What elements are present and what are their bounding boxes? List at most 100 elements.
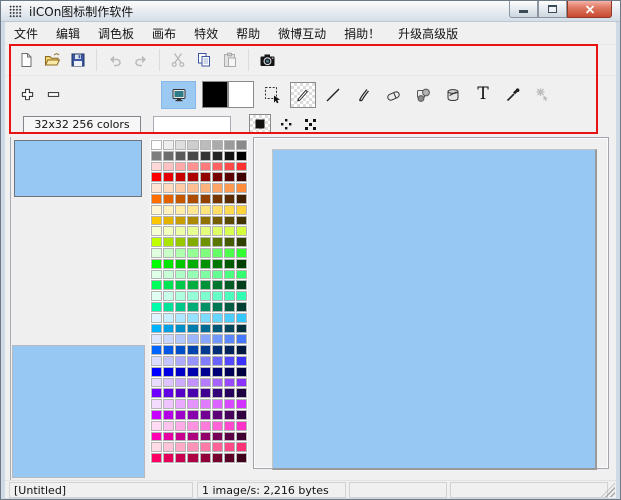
minimize-button[interactable] (509, 1, 538, 18)
palette-swatch[interactable] (212, 356, 223, 366)
palette-swatch[interactable] (224, 248, 235, 258)
palette-swatch[interactable] (212, 216, 223, 226)
palette-swatch[interactable] (200, 399, 211, 409)
palette-swatch[interactable] (163, 216, 174, 226)
palette-swatch[interactable] (224, 162, 235, 172)
palette-swatch[interactable] (200, 410, 211, 420)
palette-swatch[interactable] (224, 399, 235, 409)
palette-swatch[interactable] (187, 205, 198, 215)
palette-swatch[interactable] (187, 453, 198, 463)
palette-swatch[interactable] (236, 442, 247, 452)
palette-swatch[interactable] (187, 442, 198, 452)
palette-swatch[interactable] (200, 280, 211, 290)
palette-swatch[interactable] (163, 367, 174, 377)
palette-swatch[interactable] (175, 442, 186, 452)
color-picker-tool[interactable] (500, 82, 526, 108)
palette-swatch[interactable] (236, 172, 247, 182)
palette-swatch[interactable] (212, 280, 223, 290)
close-button[interactable] (567, 1, 612, 18)
preview-actual-size-button[interactable] (161, 81, 196, 109)
palette-swatch[interactable] (163, 399, 174, 409)
palette-swatch[interactable] (224, 388, 235, 398)
palette-swatch[interactable] (187, 356, 198, 366)
palette-swatch[interactable] (236, 324, 247, 334)
palette-swatch[interactable] (163, 205, 174, 215)
palette-swatch[interactable] (151, 140, 162, 150)
palette-swatch[interactable] (163, 442, 174, 452)
palette-swatch[interactable] (187, 140, 198, 150)
redo-button[interactable] (128, 47, 154, 73)
palette-swatch[interactable] (175, 151, 186, 161)
palette-swatch[interactable] (175, 388, 186, 398)
save-button[interactable] (65, 47, 91, 73)
menu-donate[interactable]: 捐助！ (335, 23, 389, 44)
copy-button[interactable] (191, 47, 217, 73)
palette-swatch[interactable] (200, 226, 211, 236)
zoom-out-button[interactable] (45, 82, 61, 108)
palette-swatch[interactable] (212, 334, 223, 344)
palette-swatch[interactable] (212, 291, 223, 301)
palette-swatch[interactable] (151, 194, 162, 204)
brush-tool[interactable] (350, 82, 376, 108)
palette-swatch[interactable] (200, 313, 211, 323)
palette-swatch[interactable] (212, 410, 223, 420)
palette-swatch[interactable] (236, 367, 247, 377)
palette-swatch[interactable] (212, 453, 223, 463)
palette-swatch[interactable] (175, 194, 186, 204)
palette-swatch[interactable] (175, 226, 186, 236)
menu-file[interactable]: 文件 (5, 23, 47, 44)
palette-swatch[interactable] (187, 378, 198, 388)
screenshot-button[interactable] (254, 47, 280, 73)
palette-swatch[interactable] (236, 302, 247, 312)
palette-swatch[interactable] (187, 313, 198, 323)
zoom-in-button[interactable] (19, 82, 35, 108)
palette-swatch[interactable] (175, 432, 186, 442)
palette-swatch[interactable] (175, 453, 186, 463)
pattern-dither-x-button[interactable] (301, 115, 319, 133)
palette-swatch[interactable] (175, 216, 186, 226)
palette-swatch[interactable] (236, 259, 247, 269)
palette-swatch[interactable] (236, 313, 247, 323)
palette-swatch[interactable] (163, 237, 174, 247)
palette-swatch[interactable] (200, 205, 211, 215)
palette-swatch[interactable] (200, 237, 211, 247)
palette-swatch[interactable] (200, 345, 211, 355)
palette-swatch[interactable] (163, 421, 174, 431)
palette-swatch[interactable] (151, 291, 162, 301)
palette-swatch[interactable] (224, 151, 235, 161)
palette-swatch[interactable] (151, 302, 162, 312)
palette-swatch[interactable] (151, 388, 162, 398)
palette-swatch[interactable] (212, 324, 223, 334)
palette-swatch[interactable] (200, 216, 211, 226)
palette-swatch[interactable] (187, 216, 198, 226)
menu-edit[interactable]: 编辑 (47, 23, 89, 44)
menu-canvas[interactable]: 画布 (143, 23, 185, 44)
palette-swatch[interactable] (187, 345, 198, 355)
palette-swatch[interactable] (163, 162, 174, 172)
palette-swatch[interactable] (163, 388, 174, 398)
palette-swatch[interactable] (175, 162, 186, 172)
palette-swatch[interactable] (163, 226, 174, 236)
palette-swatch[interactable] (212, 442, 223, 452)
palette-swatch[interactable] (163, 151, 174, 161)
palette-swatch[interactable] (151, 410, 162, 420)
palette-swatch[interactable] (224, 205, 235, 215)
palette-swatch[interactable] (200, 432, 211, 442)
palette-swatch[interactable] (151, 280, 162, 290)
palette-swatch[interactable] (175, 237, 186, 247)
palette-swatch[interactable] (200, 421, 211, 431)
palette-swatch[interactable] (151, 432, 162, 442)
palette-swatch[interactable] (224, 183, 235, 193)
palette-swatch[interactable] (236, 334, 247, 344)
pencil-tool[interactable] (290, 82, 316, 108)
palette-swatch[interactable] (187, 388, 198, 398)
palette-swatch[interactable] (200, 388, 211, 398)
palette-swatch[interactable] (175, 291, 186, 301)
palette-swatch[interactable] (212, 172, 223, 182)
palette-swatch[interactable] (236, 216, 247, 226)
palette-swatch[interactable] (163, 432, 174, 442)
palette-swatch[interactable] (224, 324, 235, 334)
palette-swatch[interactable] (175, 205, 186, 215)
palette-swatch[interactable] (187, 421, 198, 431)
palette-swatch[interactable] (175, 248, 186, 258)
